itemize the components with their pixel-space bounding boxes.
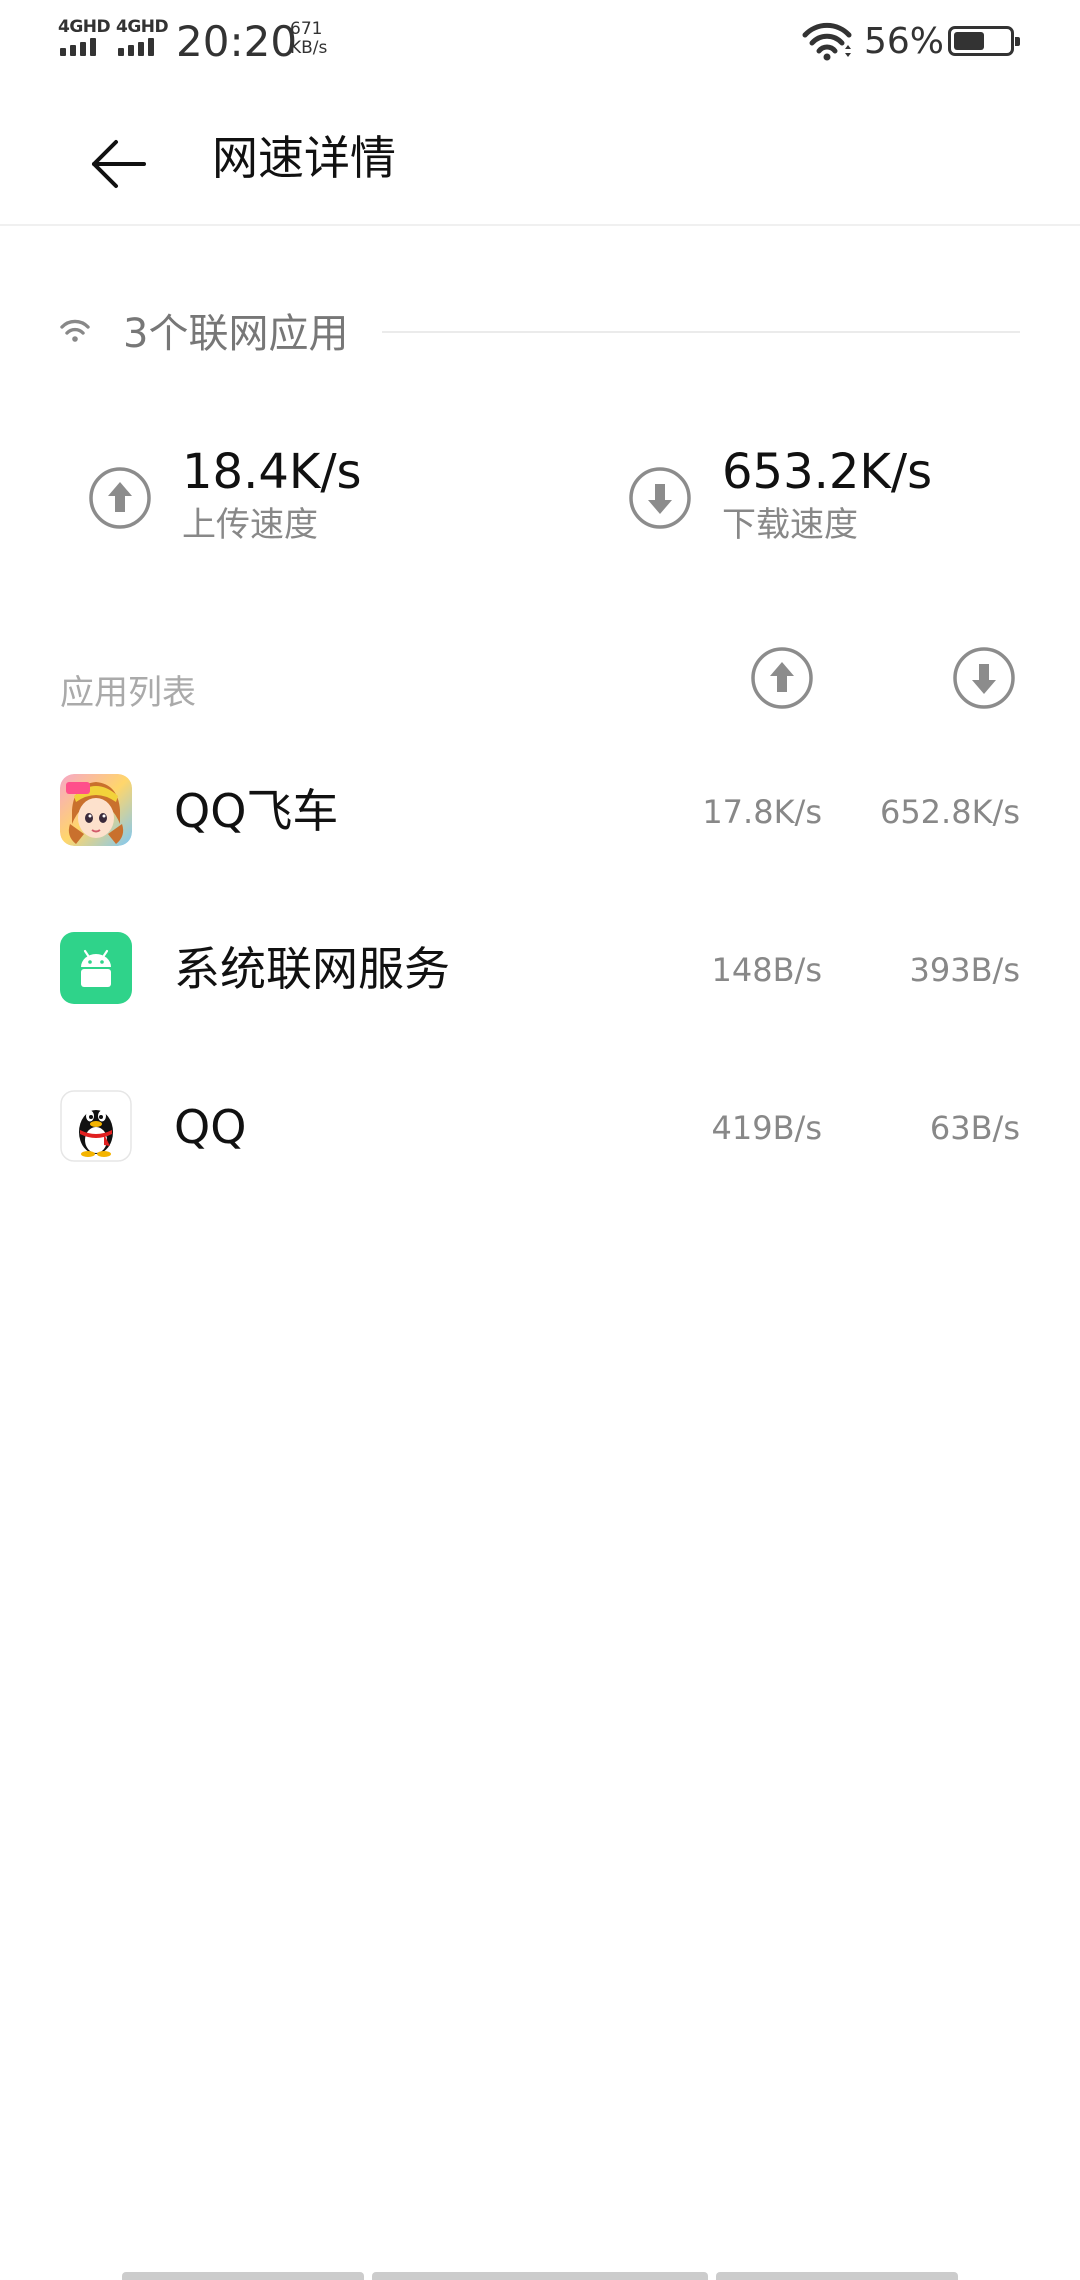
- battery-icon: [948, 26, 1020, 56]
- network-type-label: 4GHD: [58, 17, 111, 37]
- qq-penguin-app-icon: [60, 1090, 132, 1162]
- cell-signal-icon: 4GHD: [116, 17, 169, 62]
- wifi-icon: [60, 319, 90, 342]
- upload-column-icon: [751, 647, 813, 709]
- nav-gesture-bar[interactable]: [372, 2272, 708, 2280]
- upload-summary: 18.4K/s 上传速度: [88, 440, 508, 560]
- upload-speed-label: 上传速度: [182, 505, 318, 545]
- app-download-speed: 652.8K/s: [879, 793, 1020, 831]
- download-column-icon: [953, 647, 1015, 709]
- app-name: QQ: [174, 1100, 247, 1154]
- android-app-icon: [60, 932, 132, 1004]
- download-speed-label: 下载速度: [722, 505, 858, 545]
- list-item[interactable]: QQ 419B/s 63B/s: [60, 1072, 1020, 1182]
- divider: [382, 331, 1020, 333]
- upload-circle-icon: [89, 467, 151, 529]
- connected-apps-header: 3个联网应用: [60, 300, 1020, 370]
- qq-speed-app-icon: [60, 774, 132, 846]
- arrow-left-icon: [92, 140, 146, 188]
- download-speed-value: 653.2K/s: [722, 444, 933, 500]
- status-net-speed: 671 KB/s: [290, 20, 338, 58]
- battery-level-fill: [954, 32, 984, 50]
- app-name: QQ飞车: [174, 784, 339, 838]
- app-bar: 网速详情: [0, 84, 1080, 226]
- upload-speed-value: 18.4K/s: [182, 444, 362, 500]
- network-type-label: 4GHD: [116, 17, 169, 37]
- app-list-header: 应用列表: [60, 673, 196, 713]
- cell-signal-icon: 4GHD: [58, 17, 111, 62]
- nav-gesture-bar[interactable]: [716, 2272, 958, 2280]
- download-circle-icon: [629, 467, 691, 529]
- net-speed-unit: KB/s: [290, 38, 328, 58]
- page-title: 网速详情: [212, 131, 396, 185]
- app-download-speed: 63B/s: [929, 1109, 1020, 1147]
- net-speed-screen: 4GHD 4GHD 20:20 671 KB/s 56% 网速详情 3个联网应用…: [0, 0, 1080, 2280]
- connected-apps-count: 3个联网应用: [123, 311, 349, 357]
- app-upload-speed: 419B/s: [711, 1109, 822, 1147]
- nav-gesture-bar[interactable]: [122, 2272, 364, 2280]
- list-item[interactable]: 系统联网服务 148B/s 393B/s: [60, 914, 1020, 1024]
- download-summary: 653.2K/s 下载速度: [628, 440, 1028, 560]
- wifi-icon: [802, 22, 852, 61]
- back-button[interactable]: [80, 124, 160, 204]
- list-item[interactable]: QQ飞车 17.8K/s 652.8K/s: [60, 756, 1020, 866]
- app-name: 系统联网服务: [174, 942, 450, 996]
- battery-percent: 56%: [864, 21, 945, 62]
- net-speed-value: 671: [290, 19, 323, 39]
- status-bar: 4GHD 4GHD 20:20 671 KB/s 56%: [0, 0, 1080, 84]
- app-upload-speed: 17.8K/s: [702, 793, 822, 831]
- status-time: 20:20: [176, 17, 298, 66]
- app-upload-speed: 148B/s: [711, 951, 822, 989]
- app-download-speed: 393B/s: [909, 951, 1020, 989]
